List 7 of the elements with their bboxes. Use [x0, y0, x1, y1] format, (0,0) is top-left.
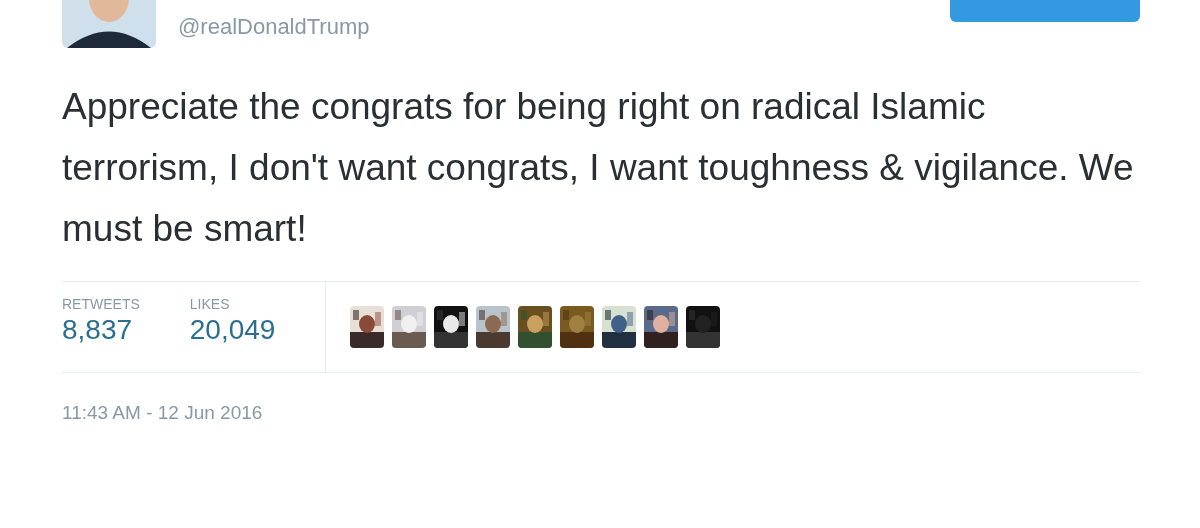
stat-count[interactable]: 20,049 [189, 312, 276, 348]
timestamp[interactable]: 11:43 AM - 12 Jun 2016 [62, 399, 1140, 428]
user-handle[interactable]: @realDonaldTrump [178, 10, 370, 43]
stat-label: LIKES [189, 296, 231, 312]
stat-count[interactable]: 8,837 [62, 312, 140, 348]
tweet-text: Appreciate the congrats for being right on radical Islamic terrorism, I don't want congrats, I want toughness & vigilance. We must be smart! [62, 85, 1135, 251]
stat-label: RETWEETS [62, 296, 140, 312]
